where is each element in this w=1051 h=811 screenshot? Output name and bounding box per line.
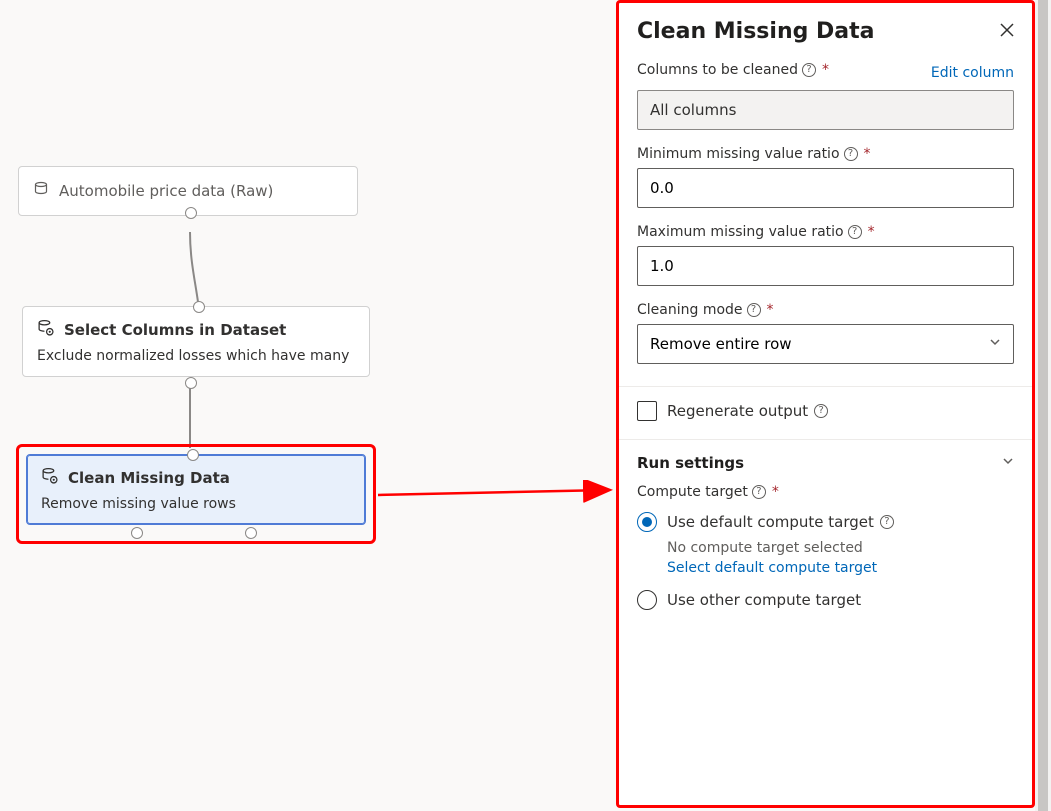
- node-subtitle: Remove missing value rows: [41, 496, 351, 512]
- edit-column-link[interactable]: Edit column: [931, 65, 1014, 81]
- pipeline-canvas[interactable]: Automobile price data (Raw) Select Colum…: [0, 0, 616, 811]
- chevron-down-icon: [1002, 455, 1014, 471]
- params-section: Columns to be cleaned ? * Edit column Al…: [619, 54, 1032, 386]
- database-icon: [33, 181, 49, 201]
- compute-label: Compute target: [637, 484, 748, 500]
- field-max-ratio: Maximum missing value ratio ? *: [637, 224, 1014, 286]
- dataset-gear-icon: [41, 467, 58, 488]
- radio-button[interactable]: [637, 590, 657, 610]
- columns-label: Columns to be cleaned: [637, 62, 798, 78]
- info-icon[interactable]: ?: [844, 147, 858, 161]
- mode-value: Remove entire row: [650, 335, 792, 353]
- required-asterisk: *: [772, 484, 779, 500]
- node-title: Clean Missing Data: [68, 469, 230, 487]
- panel-title: Clean Missing Data: [637, 19, 874, 44]
- radio-other-compute[interactable]: Use other compute target: [637, 590, 1014, 610]
- run-settings-toggle[interactable]: Run settings: [637, 454, 1014, 472]
- radio-label: Use default compute target: [667, 513, 874, 531]
- dataset-gear-icon: [37, 319, 54, 340]
- info-icon[interactable]: ?: [848, 225, 862, 239]
- node-clean-missing-data[interactable]: Clean Missing Data Remove missing value …: [26, 454, 366, 525]
- edges-svg: [0, 0, 616, 811]
- required-asterisk: *: [868, 224, 875, 240]
- required-asterisk: *: [864, 146, 871, 162]
- node-automobile-data[interactable]: Automobile price data (Raw): [18, 166, 358, 216]
- radio-button[interactable]: [637, 512, 657, 532]
- mode-label: Cleaning mode: [637, 302, 743, 318]
- radio-label: Use other compute target: [667, 591, 861, 609]
- info-icon[interactable]: ?: [814, 404, 828, 418]
- info-icon[interactable]: ?: [880, 515, 894, 529]
- select-compute-link[interactable]: Select default compute target: [667, 560, 1014, 576]
- output-port-2[interactable]: [245, 527, 257, 539]
- max-input[interactable]: [637, 246, 1014, 286]
- node-subtitle: Exclude normalized losses which have man…: [37, 348, 355, 364]
- columns-value[interactable]: All columns: [637, 90, 1014, 130]
- field-columns: Columns to be cleaned ? * Edit column Al…: [637, 62, 1014, 130]
- info-icon[interactable]: ?: [802, 63, 816, 77]
- regen-label: Regenerate output: [667, 402, 808, 420]
- input-port[interactable]: [193, 301, 205, 313]
- chevron-down-icon: [989, 336, 1001, 352]
- field-cleaning-mode: Cleaning mode ? * Remove entire row: [637, 302, 1014, 364]
- scrollbar[interactable]: [1035, 0, 1051, 811]
- info-icon[interactable]: ?: [752, 485, 766, 499]
- info-icon[interactable]: ?: [747, 303, 761, 317]
- node-title: Select Columns in Dataset: [64, 321, 286, 339]
- output-port-1[interactable]: [131, 527, 143, 539]
- node-title: Automobile price data (Raw): [59, 182, 273, 200]
- regen-section: Regenerate output ?: [619, 386, 1032, 439]
- required-asterisk: *: [822, 62, 829, 78]
- run-settings-section: Run settings Compute target ? * Use defa…: [619, 439, 1032, 636]
- min-label: Minimum missing value ratio: [637, 146, 840, 162]
- callout-arrow: [376, 480, 620, 510]
- properties-panel: Clean Missing Data Columns to be cleaned…: [616, 0, 1035, 808]
- field-min-ratio: Minimum missing value ratio ? *: [637, 146, 1014, 208]
- regenerate-checkbox[interactable]: [637, 401, 657, 421]
- radio-default-sub: No compute target selected: [667, 540, 1014, 556]
- required-asterisk: *: [767, 302, 774, 318]
- max-label: Maximum missing value ratio: [637, 224, 844, 240]
- close-icon[interactable]: [1000, 21, 1014, 42]
- node-select-columns[interactable]: Select Columns in Dataset Exclude normal…: [22, 306, 370, 377]
- run-header-label: Run settings: [637, 454, 744, 472]
- min-input[interactable]: [637, 168, 1014, 208]
- output-port[interactable]: [185, 207, 197, 219]
- radio-default-compute[interactable]: Use default compute target ?: [637, 512, 1014, 532]
- output-port[interactable]: [185, 377, 197, 389]
- mode-select[interactable]: Remove entire row: [637, 324, 1014, 364]
- input-port[interactable]: [187, 449, 199, 461]
